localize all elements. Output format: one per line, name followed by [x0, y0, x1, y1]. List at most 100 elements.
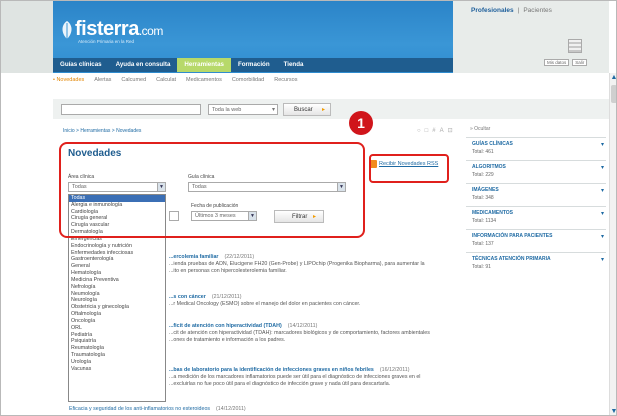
- nav-tienda[interactable]: Tienda: [277, 58, 311, 72]
- sidebar-section-title[interactable]: Medicamentos: [472, 210, 606, 216]
- news-text: ...cit de atención con hiperactividad (T…: [169, 330, 430, 336]
- area-option[interactable]: Oncología: [69, 318, 165, 325]
- news-text: ...ienda pruebas de ADN, Elucigene FH20 …: [169, 261, 425, 267]
- nav-herramientas[interactable]: Herramientas: [177, 58, 231, 72]
- logo-tagline: Atención Primaria en la Red: [78, 39, 135, 44]
- user-actions: Mis datos Salir: [541, 59, 588, 66]
- area-option[interactable]: Medicina Preventiva: [69, 277, 165, 284]
- subnav-calculat[interactable]: Calculat: [156, 77, 176, 89]
- nav-guias[interactable]: Guías clínicas: [53, 58, 109, 72]
- area-option[interactable]: Oftalmología: [69, 311, 165, 318]
- callout-highlight-rss: [369, 154, 449, 183]
- area-option[interactable]: ORL: [69, 325, 165, 332]
- callout-highlight-filters: [59, 142, 365, 238]
- area-option[interactable]: Neurología: [69, 297, 165, 304]
- area-option[interactable]: Nefrología: [69, 284, 165, 291]
- area-option[interactable]: Hematología: [69, 270, 165, 277]
- subnav-recursos[interactable]: Recursos: [274, 77, 297, 89]
- area-option[interactable]: Obstetricia y ginecología: [69, 304, 165, 311]
- user-avatar-icon: [568, 39, 582, 53]
- sidebar-section[interactable]: Información para pacientes Total: 137 ▾: [466, 229, 606, 252]
- sidebar-section[interactable]: Algoritmos Total: 229 ▾: [466, 160, 606, 183]
- area-option[interactable]: Traumatología: [69, 352, 165, 359]
- news-text: ...ito en personas con hipercolesterolem…: [169, 268, 287, 274]
- news-date: (21/12/2011): [211, 294, 242, 300]
- sidebar-section-title[interactable]: Algoritmos: [472, 164, 606, 170]
- search-input[interactable]: [61, 104, 201, 115]
- search-bar: Toda la web Buscar: [53, 99, 609, 119]
- sidebar-section-count: Total: 1134: [472, 218, 497, 224]
- sidebar-section-count: Total: 137: [472, 241, 494, 247]
- vertical-scrollbar[interactable]: ▲ ▼: [609, 73, 616, 415]
- logo-domain: .com: [138, 24, 164, 38]
- sidebar-section-title[interactable]: Técnicas atención primaria: [472, 256, 606, 262]
- browser-page: fisterra.com Atención Primaria en la Red…: [0, 0, 617, 416]
- news-date: (16/12/2011): [379, 367, 410, 373]
- sidebar-section[interactable]: Imágenes Total: 348 ▾: [466, 183, 606, 206]
- logo-name: fisterra: [75, 18, 139, 40]
- area-option[interactable]: Pediatría: [69, 332, 165, 339]
- site-logo[interactable]: fisterra.com: [75, 18, 163, 41]
- main-nav: Guías clínicas Ayuda en consulta Herrami…: [53, 58, 453, 72]
- search-scope-select[interactable]: Toda la web: [208, 104, 278, 115]
- scroll-up-icon[interactable]: ▲: [610, 73, 616, 82]
- news-item: ...ficit de atención con hiperactividad …: [169, 323, 430, 344]
- search-button[interactable]: Buscar: [283, 103, 331, 116]
- chevron-down-icon[interactable]: ▾: [601, 187, 604, 194]
- subnav-comorbilidad[interactable]: Comorbilidad: [232, 77, 264, 89]
- news-title[interactable]: ...s con cáncer: [169, 294, 206, 300]
- subnav-novedades[interactable]: • Novedades: [53, 77, 84, 89]
- sidebar-section-title[interactable]: Guías clínicas: [472, 141, 606, 147]
- chevron-down-icon[interactable]: ▾: [601, 256, 604, 263]
- site-header: fisterra.com Atención Primaria en la Red…: [1, 1, 609, 73]
- area-option[interactable]: Endocrinología y nutrición: [69, 243, 165, 250]
- scrollbar-thumb[interactable]: [611, 85, 616, 103]
- sidebar-toggle[interactable]: » Ocultar: [466, 126, 606, 132]
- news-item: ...ercolemia familiar (22/12/2011) ...ien…: [169, 254, 425, 275]
- sidebar-section[interactable]: Guías clínicas Total: 461 ▾: [466, 137, 606, 160]
- scroll-down-icon[interactable]: ▼: [610, 407, 616, 415]
- audience-switch: Profesionales | Pacientes: [471, 7, 552, 14]
- subnav-medicamentos[interactable]: Medicamentos: [186, 77, 222, 89]
- sidebar-section-count: Total: 461: [472, 149, 494, 155]
- subnav-calcumed[interactable]: Calcumed: [121, 77, 146, 89]
- page-tools-icons[interactable]: ○□#A⊡: [417, 127, 457, 134]
- news-title[interactable]: ...ercolemia familiar: [169, 254, 218, 260]
- subnav-alertas[interactable]: Alertas: [94, 77, 111, 89]
- area-option[interactable]: Reumatología: [69, 345, 165, 352]
- sidebar-section-count: Total: 229: [472, 172, 494, 178]
- nav-ayuda[interactable]: Ayuda en consulta: [109, 58, 178, 72]
- salir-link[interactable]: Salir: [572, 59, 588, 66]
- news-title[interactable]: ...bas de laboratorio para la identifica…: [169, 367, 374, 373]
- chevron-down-icon[interactable]: ▾: [601, 141, 604, 148]
- callout-number-badge: 1: [349, 111, 373, 135]
- link-pacientes[interactable]: Pacientes: [523, 7, 552, 14]
- sidebar-section[interactable]: Medicamentos Total: 1134 ▾: [466, 206, 606, 229]
- news-date: (14/12/2011): [216, 406, 246, 412]
- area-option[interactable]: General: [69, 263, 165, 270]
- area-option[interactable]: Urología: [69, 359, 165, 366]
- sidebar-section-title[interactable]: Imágenes: [472, 187, 606, 193]
- news-title[interactable]: ...ficit de atención con hiperactividad …: [169, 323, 282, 329]
- sidebar-sections: Guías clínicas Total: 461 ▾ Algoritmos Total…: [466, 137, 606, 275]
- link-profesionales[interactable]: Profesionales: [471, 7, 514, 14]
- area-option[interactable]: Gastroenterología: [69, 256, 165, 263]
- breadcrumb[interactable]: Inicio > Herramientas > Novedades: [63, 128, 141, 134]
- news-title[interactable]: Eficacia y seguridad de los anti-inflama…: [69, 406, 210, 412]
- chevron-down-icon[interactable]: ▾: [601, 210, 604, 217]
- area-option[interactable]: Neumología: [69, 291, 165, 298]
- area-option[interactable]: Vacunas: [69, 366, 165, 373]
- nav-formacion[interactable]: Formación: [231, 58, 277, 72]
- news-date: (14/12/2011): [287, 323, 318, 329]
- sidebar-section-count: Total: 348: [472, 195, 494, 201]
- area-option[interactable]: Enfermedades infecciosas: [69, 250, 165, 257]
- sidebar-section[interactable]: Técnicas atención primaria Total: 91 ▾: [466, 252, 606, 275]
- area-option[interactable]: Psiquiatría: [69, 338, 165, 345]
- sidebar: » Ocultar Guías clínicas Total: 461 ▾ Algor…: [466, 126, 606, 275]
- sidebar-section-title[interactable]: Información para pacientes: [472, 233, 606, 239]
- mis-datos-link[interactable]: Mis datos: [544, 59, 570, 66]
- chevron-down-icon[interactable]: ▾: [601, 164, 604, 171]
- chevron-down-icon[interactable]: ▾: [601, 233, 604, 240]
- news-item: ...bas de laboratorio para la identifica…: [169, 367, 420, 388]
- logo-leaf-icon: [62, 21, 72, 39]
